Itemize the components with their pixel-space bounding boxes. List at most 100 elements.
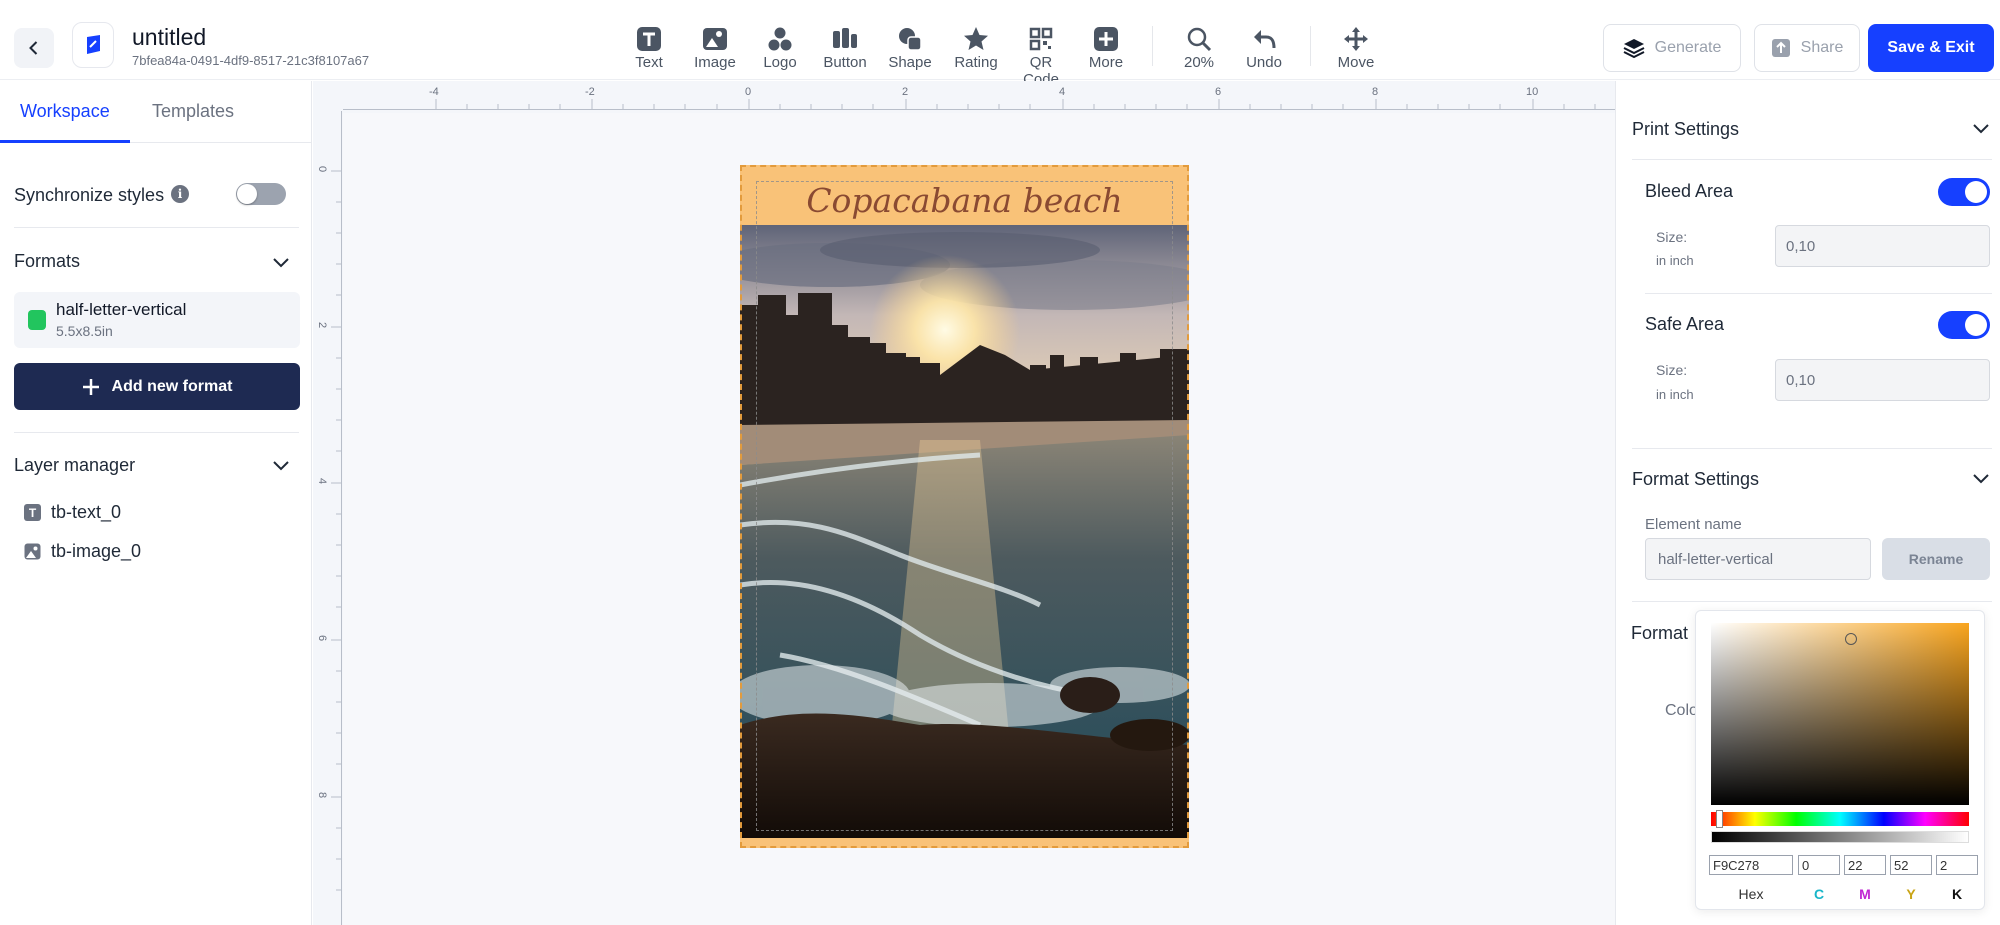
safe-size-unit: in inch: [1656, 387, 1694, 402]
format-name: half-letter-vertical: [56, 300, 187, 319]
magenta-label: M: [1859, 886, 1871, 902]
safe-size-input[interactable]: 0,10: [1775, 359, 1990, 401]
generate-button[interactable]: Generate: [1603, 24, 1741, 72]
chevron-left-icon: [29, 41, 38, 55]
tool-shape[interactable]: Shape: [879, 26, 941, 71]
formats-title: Formats: [14, 251, 81, 271]
hue-slider-handle[interactable]: [1716, 810, 1723, 828]
tool-qr-code[interactable]: QR Code: [1010, 26, 1072, 88]
left-panel: Workspace Templates Synchronize styles i…: [0, 81, 312, 925]
safe-size-label: Size:: [1656, 362, 1688, 378]
bleed-size-input[interactable]: 0,10: [1775, 225, 1990, 267]
layer-manager-title: Layer manager: [14, 455, 136, 475]
toolbar-separator: [1310, 26, 1311, 66]
tool-button[interactable]: Button: [814, 26, 876, 71]
safe-area-border: [756, 181, 1173, 831]
ruler-tick-label: 2: [902, 86, 909, 98]
tool-zoom[interactable]: 20%: [1168, 26, 1230, 71]
chevron-down-icon[interactable]: [270, 454, 292, 476]
saturation-handle[interactable]: [1845, 633, 1857, 645]
ruler-horizontal: -4 -2 0 2 4 6 8 10: [313, 81, 1615, 111]
app-logo[interactable]: [72, 22, 114, 68]
rename-button[interactable]: Rename: [1882, 538, 1990, 580]
chevron-down-icon[interactable]: [1970, 117, 1992, 139]
shape-icon: [899, 28, 922, 51]
text-icon: [637, 27, 661, 51]
magenta-input[interactable]: 22: [1844, 855, 1886, 875]
format-section-label: Format: [1631, 623, 1689, 643]
bleed-size-unit: in inch: [1656, 253, 1694, 268]
ruler-tick-label: 2: [316, 321, 329, 329]
element-name-input[interactable]: half-letter-vertical: [1645, 538, 1871, 580]
safe-area-label: Safe Area: [1645, 314, 1725, 334]
button-icon: [833, 28, 857, 48]
tab-templates[interactable]: Templates: [152, 101, 234, 122]
add-new-format-button[interactable]: Add new format: [14, 363, 300, 410]
save-exit-button[interactable]: Save & Exit: [1868, 24, 1994, 72]
share-button[interactable]: Share: [1754, 24, 1860, 72]
ruler-ticks: [435, 99, 1596, 109]
ruler-tick-label: 8: [1372, 86, 1379, 98]
ruler-tick-label: 8: [316, 791, 329, 799]
tool-undo[interactable]: Undo: [1233, 26, 1295, 71]
cyan-input[interactable]: 0: [1798, 855, 1840, 875]
tool-image[interactable]: Image: [684, 26, 746, 71]
ruler-tick-label: 0: [745, 86, 752, 98]
ruler-tick-label: 6: [1215, 86, 1222, 98]
ruler-tick-label: -2: [585, 86, 595, 98]
divider: [1632, 601, 1992, 602]
bleed-area-toggle[interactable]: [1938, 178, 1990, 206]
ruler-tick-label: -4: [429, 86, 439, 98]
image-icon: [703, 28, 727, 50]
undo-icon: [1254, 30, 1276, 49]
black-input[interactable]: 2: [1936, 855, 1978, 875]
tab-workspace[interactable]: Workspace: [20, 101, 110, 122]
sync-styles-toggle[interactable]: [236, 183, 286, 205]
hex-input[interactable]: F9C278: [1709, 855, 1793, 875]
tool-logo[interactable]: Logo: [749, 26, 811, 71]
tool-more[interactable]: More: [1075, 26, 1137, 71]
divider: [1632, 159, 1992, 160]
top-bar: untitled 7bfea84a-0491-4df9-8517-21c3f81…: [0, 0, 2000, 88]
color-picker: F9C278 0 22 52 2 Hex C M Y K: [1695, 610, 1985, 910]
ruler-tick-label: 6: [316, 634, 329, 642]
yellow-input[interactable]: 52: [1890, 855, 1932, 875]
hex-label: Hex: [1738, 886, 1764, 902]
print-settings-title: Print Settings: [1632, 119, 1740, 139]
document-title[interactable]: untitled: [132, 24, 206, 51]
panel-tabs: Workspace Templates: [0, 81, 312, 143]
tool-text[interactable]: Text: [618, 26, 680, 71]
divider: [1632, 448, 1992, 449]
upload-icon: [1771, 39, 1790, 57]
layer-item[interactable]: tb-image_0: [24, 541, 141, 562]
color-label: Colo: [1665, 702, 1698, 719]
yellow-label: Y: [1906, 886, 1916, 902]
format-item[interactable]: half-letter-vertical 5.5x8.5in: [14, 292, 300, 348]
ruler-tick-label: 4: [1059, 86, 1066, 98]
layer-item[interactable]: T tb-text_0: [24, 502, 121, 523]
toolbar-separator: [1152, 26, 1153, 66]
image-layer-icon: [24, 543, 41, 560]
layers-icon: [1623, 39, 1645, 59]
format-size: 5.5x8.5in: [56, 323, 113, 339]
tool-move[interactable]: Move: [1325, 26, 1387, 71]
shade-slider[interactable]: [1711, 831, 1969, 843]
black-label: K: [1951, 886, 1963, 902]
ruler-tick-label: 10: [1526, 86, 1539, 98]
qr-code-icon: [1029, 27, 1053, 51]
star-icon: [964, 27, 988, 50]
divider: [14, 432, 299, 433]
ruler-vertical: 0 2 4 6 8: [313, 111, 343, 925]
logo-icon: [768, 27, 792, 51]
chevron-down-icon[interactable]: [270, 251, 292, 273]
chevron-down-icon[interactable]: [1970, 467, 1992, 489]
element-name-label: Element name: [1645, 516, 1742, 533]
safe-area-toggle[interactable]: [1938, 311, 1990, 339]
divider: [14, 227, 299, 228]
info-icon[interactable]: i: [171, 185, 189, 203]
saturation-value-field[interactable]: [1711, 623, 1969, 805]
hue-slider[interactable]: [1711, 812, 1969, 826]
back-button[interactable]: [14, 28, 54, 68]
ruler-tick-label: 0: [316, 165, 329, 173]
tool-rating[interactable]: Rating: [945, 26, 1007, 71]
